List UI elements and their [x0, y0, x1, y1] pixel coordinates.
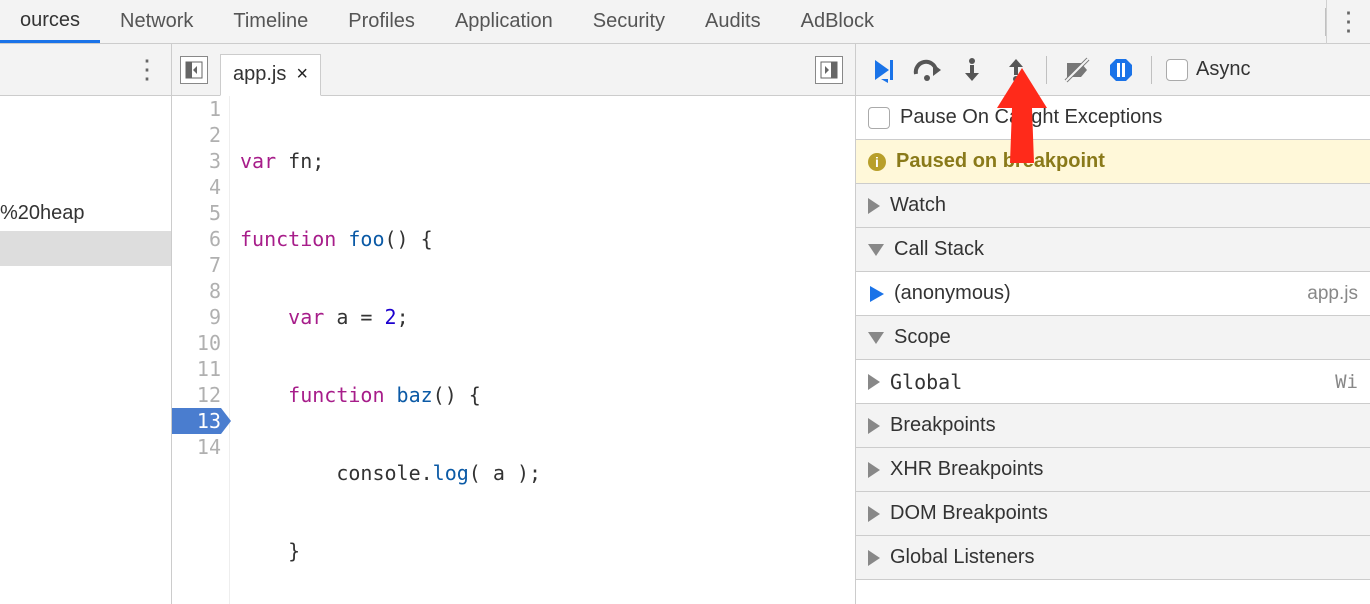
debugger-panel: Async Pause On Caught Exceptions i Pause… — [856, 44, 1370, 604]
async-checkbox[interactable] — [1166, 59, 1188, 81]
pause-caught-checkbox[interactable] — [868, 107, 890, 129]
pause-on-exceptions-button[interactable] — [1101, 50, 1141, 90]
tab-sources[interactable]: ources — [0, 0, 100, 43]
paused-status: i Paused on breakpoint — [856, 140, 1370, 184]
chevron-down-icon — [868, 244, 884, 256]
navigator-item[interactable]: %20heap — [0, 196, 171, 231]
file-tab-label: app.js — [233, 63, 286, 86]
section-watch[interactable]: Watch — [856, 184, 1370, 228]
more-menu-icon[interactable] — [1326, 0, 1370, 44]
step-out-button[interactable] — [996, 50, 1036, 90]
devtools-top-tabs: ources Network Timeline Profiles Applica… — [0, 0, 1370, 44]
section-global-listeners[interactable]: Global Listeners — [856, 536, 1370, 580]
source-panel: app.js × 123 456 789 101112 13 14 var fn… — [172, 44, 856, 604]
tab-audits[interactable]: Audits — [685, 0, 781, 43]
step-over-button[interactable] — [908, 50, 948, 90]
chevron-right-icon — [868, 198, 880, 214]
info-icon: i — [868, 153, 886, 171]
section-scope[interactable]: Scope — [856, 316, 1370, 360]
section-breakpoints[interactable]: Breakpoints — [856, 404, 1370, 448]
pause-caught-label: Pause On Caught Exceptions — [900, 106, 1162, 129]
chevron-down-icon — [868, 332, 884, 344]
section-callstack[interactable]: Call Stack — [856, 228, 1370, 272]
chevron-right-icon — [868, 506, 880, 522]
pause-on-exceptions-row[interactable]: Pause On Caught Exceptions — [856, 96, 1370, 140]
chevron-right-icon — [868, 374, 880, 390]
current-frame-icon — [870, 286, 884, 302]
line-gutter[interactable]: 123 456 789 101112 13 14 — [172, 96, 230, 604]
chevron-right-icon — [868, 418, 880, 434]
chevron-right-icon — [868, 550, 880, 566]
async-label: Async — [1196, 58, 1250, 81]
navigator-more-icon[interactable] — [129, 52, 165, 88]
sources-navigator: %20heap — [0, 44, 172, 604]
callstack-frame[interactable]: (anonymous) app.js — [856, 272, 1370, 316]
section-dom-breakpoints[interactable]: DOM Breakpoints — [856, 492, 1370, 536]
deactivate-breakpoints-button[interactable] — [1057, 50, 1097, 90]
frame-source: app.js — [1307, 283, 1358, 305]
toggle-navigator-icon[interactable] — [180, 56, 208, 84]
tab-profiles[interactable]: Profiles — [328, 0, 435, 43]
tab-security[interactable]: Security — [573, 0, 685, 43]
file-tab-appjs[interactable]: app.js × — [220, 54, 321, 96]
navigator-item-selected[interactable] — [0, 231, 171, 266]
tab-network[interactable]: Network — [100, 0, 213, 43]
tab-timeline[interactable]: Timeline — [213, 0, 328, 43]
tab-application[interactable]: Application — [435, 0, 573, 43]
tab-adblock[interactable]: AdBlock — [781, 0, 894, 43]
toggle-debugger-pane-icon[interactable] — [815, 56, 843, 84]
section-xhr-breakpoints[interactable]: XHR Breakpoints — [856, 448, 1370, 492]
breakpoint-marker[interactable]: 13 — [172, 408, 221, 434]
close-icon[interactable]: × — [296, 63, 308, 86]
scope-global[interactable]: Global Wi — [856, 360, 1370, 404]
step-into-button[interactable] — [952, 50, 992, 90]
chevron-right-icon — [868, 462, 880, 478]
resume-button[interactable] — [864, 50, 904, 90]
code-editor[interactable]: var fn; function foo() { var a = 2; func… — [230, 96, 855, 604]
